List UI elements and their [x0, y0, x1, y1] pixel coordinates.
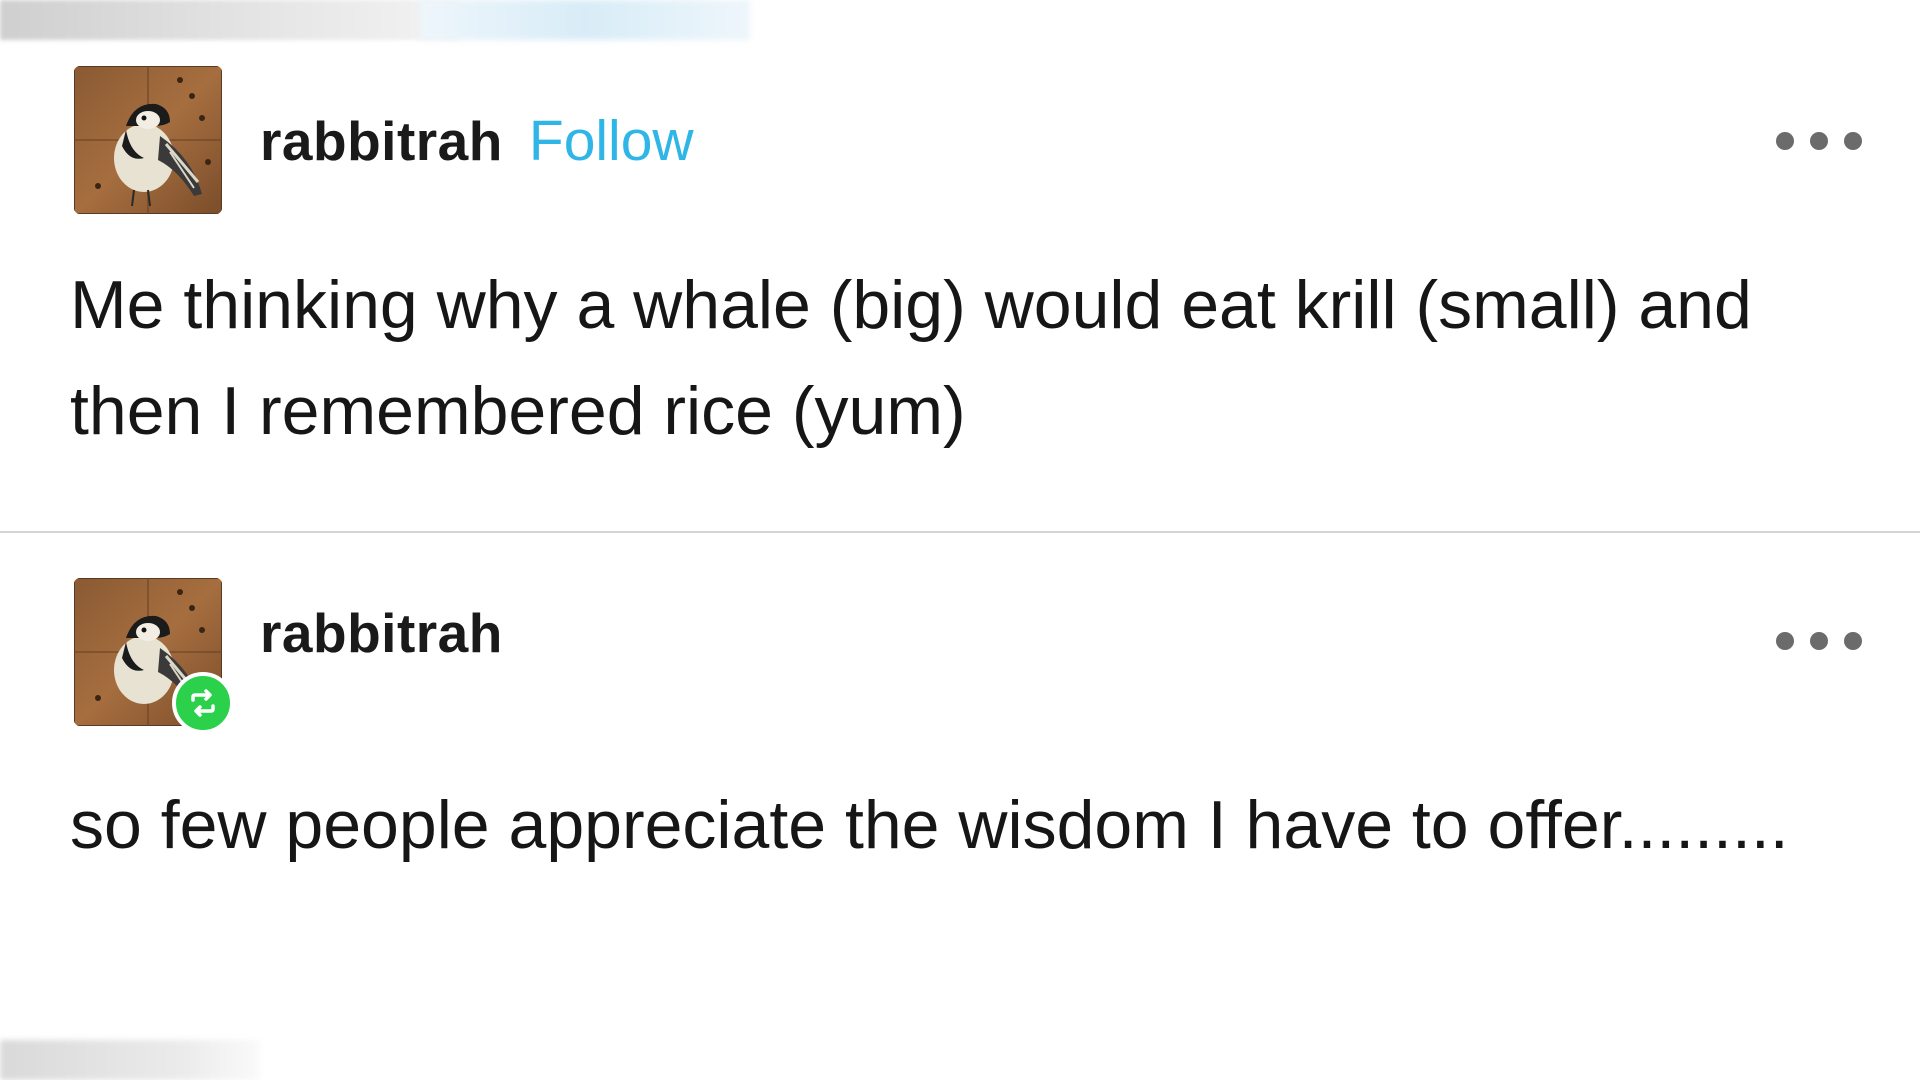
blurred-header-fragment [0, 0, 460, 40]
dot [1810, 132, 1828, 150]
blurred-header-fragment-blue [420, 0, 750, 40]
blurred-footer-fragment [0, 1040, 260, 1080]
reblog-icon [172, 672, 234, 734]
top-cropped-strip [0, 0, 1920, 40]
post-original: rabbitrah Follow Me thinking why a whale… [0, 40, 1920, 532]
post-body: so few people appreciate the wisdom I ha… [70, 787, 1789, 863]
post-body: Me thinking why a whale (big) would eat … [70, 267, 1752, 449]
dot [1776, 132, 1794, 150]
username[interactable]: rabbitrah [260, 109, 503, 173]
divider [0, 531, 1920, 533]
post-header: rabbitrah [260, 598, 503, 668]
bird-avatar-icon [74, 66, 222, 214]
follow-button[interactable]: Follow [529, 108, 694, 174]
dot [1776, 632, 1794, 650]
avatar[interactable] [74, 578, 234, 734]
more-options-icon[interactable] [1776, 630, 1862, 652]
dot [1810, 632, 1828, 650]
more-options-icon[interactable] [1776, 130, 1862, 152]
username[interactable]: rabbitrah [260, 601, 503, 665]
dot [1844, 132, 1862, 150]
post-reblog: rabbitrah so few people appreciate the w… [0, 534, 1920, 1040]
bottom-cropped-strip [0, 1040, 1920, 1080]
avatar[interactable] [74, 66, 222, 214]
dot [1844, 632, 1862, 650]
post-header: rabbitrah Follow [260, 106, 694, 176]
